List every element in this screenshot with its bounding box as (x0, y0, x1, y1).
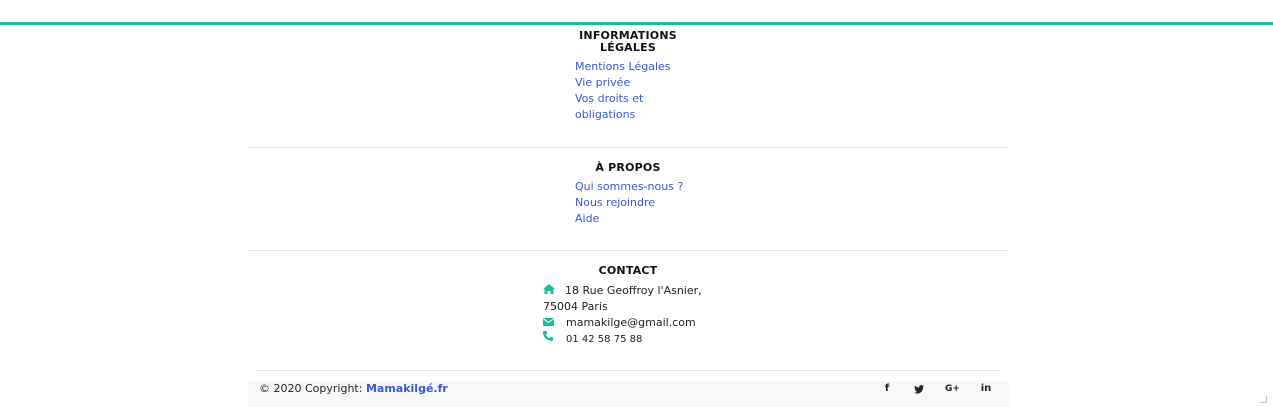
legal-heading-line2: LÉGALES (600, 41, 656, 54)
contact-address: 18 Rue Geoffroy l'Asnier, 75004 Paris (543, 283, 713, 315)
facebook-icon[interactable]: f (880, 382, 894, 396)
copyright-prefix: © 2020 Copyright: (259, 382, 366, 395)
copyright: © 2020 Copyright: Mamakilgé.fr (259, 382, 448, 396)
legal-links: Mentions Légales Vie privée Vos droits e… (575, 59, 671, 123)
contact-heading: CONTACT (598, 264, 658, 277)
link-vie-privee[interactable]: Vie privée (575, 75, 671, 91)
link-qui-sommes-nous[interactable]: Qui sommes-nous ? (575, 179, 683, 195)
link-mentions-legales[interactable]: Mentions Légales (575, 59, 671, 75)
home-icon (543, 283, 555, 299)
section-divider (248, 250, 1009, 251)
link-nous-rejoindre[interactable]: Nous rejoindre (575, 195, 683, 211)
link-vos-droits-line1[interactable]: Vos droits et (575, 91, 671, 107)
legal-heading: INFORMATIONS LÉGALES (578, 30, 678, 54)
twitter-icon[interactable] (912, 382, 926, 399)
phone-text[interactable]: 01 42 58 75 88 (566, 334, 642, 345)
envelope-icon (543, 315, 554, 331)
resize-grip-icon[interactable] (1260, 396, 1267, 403)
footer-divider (256, 370, 1001, 371)
google-plus-icon[interactable]: G+ (945, 382, 960, 396)
about-heading: À PROPOS (595, 161, 661, 174)
about-links: Qui sommes-nous ? Nous rejoindre Aide (575, 179, 683, 227)
phone-icon (543, 331, 553, 347)
link-aide[interactable]: Aide (575, 211, 683, 227)
address-line2: 75004 Paris (543, 300, 608, 313)
section-divider (248, 147, 1009, 148)
contact-phone: 01 42 58 75 88 (543, 331, 642, 348)
top-accent-rule (0, 22, 1273, 25)
linkedin-icon[interactable]: in (979, 382, 993, 396)
contact-email: mamakilge@gmail.com (543, 315, 696, 331)
link-vos-droits-line2[interactable]: obligations (575, 107, 671, 123)
address-line1: 18 Rue Geoffroy l'Asnier, (565, 284, 702, 297)
email-text[interactable]: mamakilge@gmail.com (566, 316, 696, 329)
brand-link[interactable]: Mamakilgé.fr (366, 382, 448, 395)
